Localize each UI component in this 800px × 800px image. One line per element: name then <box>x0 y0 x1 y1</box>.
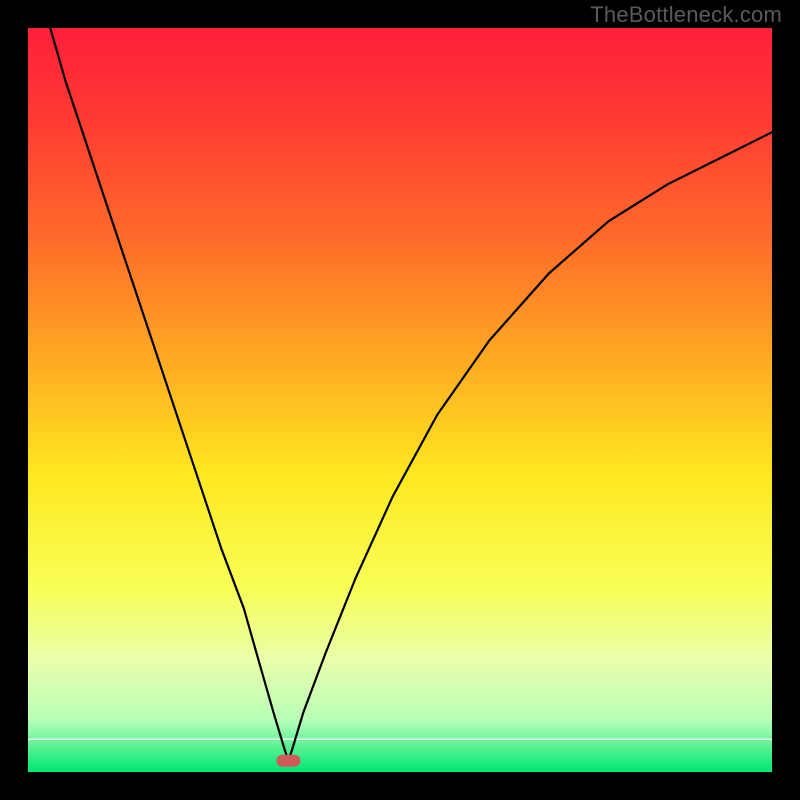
bottleneck-plot <box>0 0 800 800</box>
chart-frame: TheBottleneck.com <box>0 0 800 800</box>
watermark-label: TheBottleneck.com <box>590 2 782 28</box>
